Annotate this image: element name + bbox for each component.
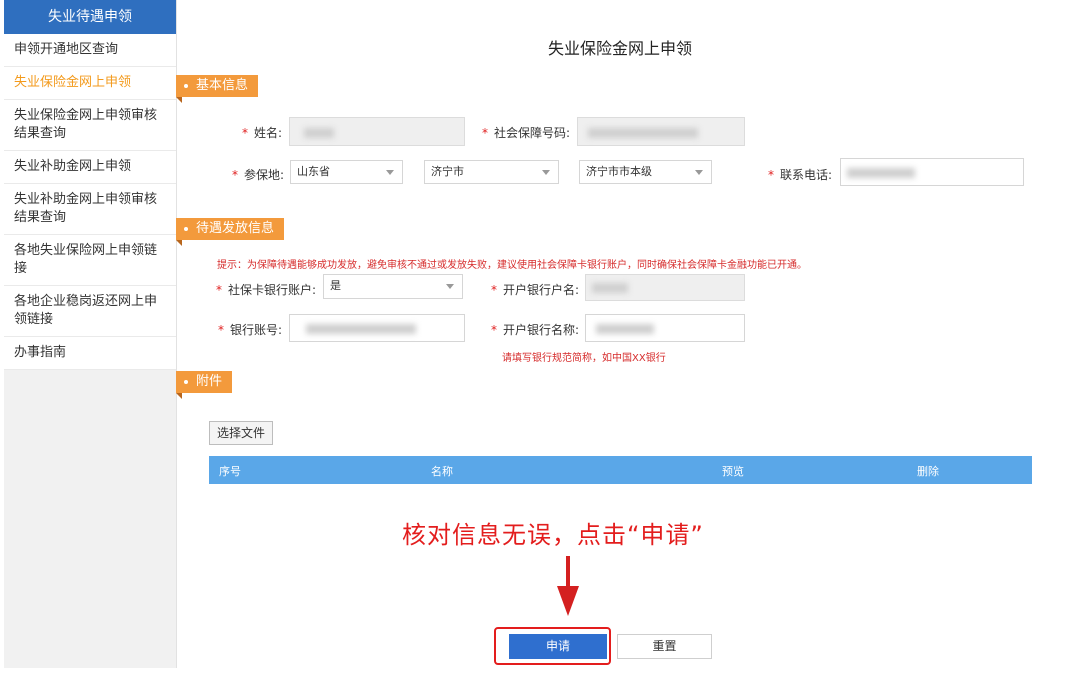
ssn-field[interactable] bbox=[577, 117, 745, 146]
sidebar: 失业待遇申领 申领开通地区查询 失业保险金网上申领 失业保险金网上申领审核结果查… bbox=[4, 0, 177, 668]
redacted-text bbox=[588, 128, 698, 138]
phone-field[interactable] bbox=[840, 158, 1024, 186]
reset-button[interactable]: 重置 bbox=[617, 634, 712, 659]
province-select[interactable]: 山东省 bbox=[290, 160, 403, 184]
name-label: * 姓名: bbox=[241, 126, 282, 140]
chevron-down-icon bbox=[542, 170, 550, 175]
card-account-value: 是 bbox=[330, 279, 341, 292]
account-holder-label: * 开户银行户名: bbox=[490, 283, 579, 297]
name-label-text: 姓名: bbox=[253, 126, 282, 140]
district-value: 济宁市市本级 bbox=[586, 165, 652, 178]
sidebar-item-regional-links[interactable]: 各地失业保险网上申领链接 bbox=[4, 235, 176, 286]
bullet-icon bbox=[184, 83, 188, 88]
bank-account-field[interactable] bbox=[289, 314, 465, 342]
sidebar-header: 失业待遇申领 bbox=[4, 0, 176, 34]
redacted-text bbox=[306, 324, 416, 334]
redacted-text bbox=[304, 128, 334, 138]
bank-account-label: * 银行账号: bbox=[217, 323, 282, 337]
sidebar-item-subsidy-review[interactable]: 失业补助金网上申领审核结果查询 bbox=[4, 184, 176, 235]
sidebar-item-benefit-apply[interactable]: 失业保险金网上申领 bbox=[4, 67, 176, 100]
city-select[interactable]: 济宁市 bbox=[424, 160, 559, 184]
name-field[interactable] bbox=[289, 117, 465, 146]
chevron-down-icon bbox=[386, 170, 394, 175]
sidebar-item-guide[interactable]: 办事指南 bbox=[4, 337, 176, 370]
bank-name-field[interactable] bbox=[585, 314, 745, 342]
bank-name-label-text: 开户银行名称: bbox=[502, 323, 579, 337]
district-select[interactable]: 济宁市市本级 bbox=[579, 160, 712, 184]
section-payment-info: 待遇发放信息 bbox=[176, 218, 285, 240]
redacted-text bbox=[847, 168, 915, 178]
choose-file-button[interactable]: 选择文件 bbox=[209, 421, 273, 445]
bank-account-label-text: 银行账号: bbox=[229, 323, 282, 337]
section-basic-info: 基本信息 bbox=[176, 75, 259, 97]
ssn-label-text: 社会保障号码: bbox=[493, 126, 570, 140]
section-attachment-label: 附件 bbox=[196, 374, 223, 389]
city-value: 济宁市 bbox=[431, 165, 464, 178]
bank-name-hint: 请填写银行规范简称，如中国XX银行 bbox=[502, 353, 666, 364]
tag-fold-icon bbox=[176, 393, 182, 399]
sidebar-item-benefit-review[interactable]: 失业保险金网上申领审核结果查询 bbox=[4, 100, 176, 151]
tag-fold-icon bbox=[176, 240, 182, 246]
card-account-select[interactable]: 是 bbox=[323, 274, 463, 299]
column-header: 序号 bbox=[219, 465, 241, 478]
redacted-text bbox=[592, 283, 628, 293]
sidebar-nav: 申领开通地区查询 失业保险金网上申领 失业保险金网上申领审核结果查询 失业补助金… bbox=[4, 34, 176, 370]
bank-name-label: * 开户银行名称: bbox=[490, 323, 579, 337]
section-attachment: 附件 bbox=[176, 371, 233, 393]
column-header: 预览 bbox=[722, 465, 744, 478]
chevron-down-icon bbox=[695, 170, 703, 175]
arrow-down-icon bbox=[566, 556, 570, 590]
column-header: 名称 bbox=[431, 465, 453, 478]
card-account-label: * 社保卡银行账户: bbox=[215, 283, 316, 297]
account-holder-field[interactable] bbox=[585, 274, 745, 301]
section-payment-label: 待遇发放信息 bbox=[196, 221, 275, 236]
column-header: 删除 bbox=[917, 465, 939, 478]
bullet-icon bbox=[184, 226, 188, 231]
account-holder-label-text: 开户银行户名: bbox=[502, 283, 579, 297]
phone-label-text: 联系电话: bbox=[779, 168, 832, 182]
card-account-label-text: 社保卡银行账户: bbox=[227, 283, 316, 297]
attachment-table-header: 序号 名称 预览 删除 bbox=[209, 456, 1032, 484]
insured-place-label-text: 参保地: bbox=[243, 168, 284, 182]
chevron-down-icon bbox=[446, 284, 454, 289]
phone-label: * 联系电话: bbox=[767, 168, 832, 182]
section-basic-label: 基本信息 bbox=[196, 78, 249, 93]
instruction-annotation: 核对信息无误，点击“申请” bbox=[402, 521, 704, 549]
apply-button[interactable]: 申请 bbox=[509, 634, 607, 659]
ssn-label: * 社会保障号码: bbox=[481, 126, 570, 140]
province-value: 山东省 bbox=[297, 165, 330, 178]
sidebar-item-subsidy-apply[interactable]: 失业补助金网上申领 bbox=[4, 151, 176, 184]
tag-fold-icon bbox=[176, 97, 182, 103]
insured-place-label: * 参保地: bbox=[231, 168, 284, 182]
redacted-text bbox=[596, 324, 654, 334]
page-title: 失业保险金网上申领 bbox=[547, 39, 692, 58]
arrow-head-icon bbox=[557, 586, 579, 616]
payment-tip: 提示：为保障待遇能够成功发放，避免审核不通过或发放失败，建议使用社会保障卡银行账… bbox=[217, 260, 807, 271]
sidebar-item-region-query[interactable]: 申领开通地区查询 bbox=[4, 34, 176, 67]
sidebar-item-stabilization-links[interactable]: 各地企业稳岗返还网上申领链接 bbox=[4, 286, 176, 337]
bullet-icon bbox=[184, 379, 188, 384]
